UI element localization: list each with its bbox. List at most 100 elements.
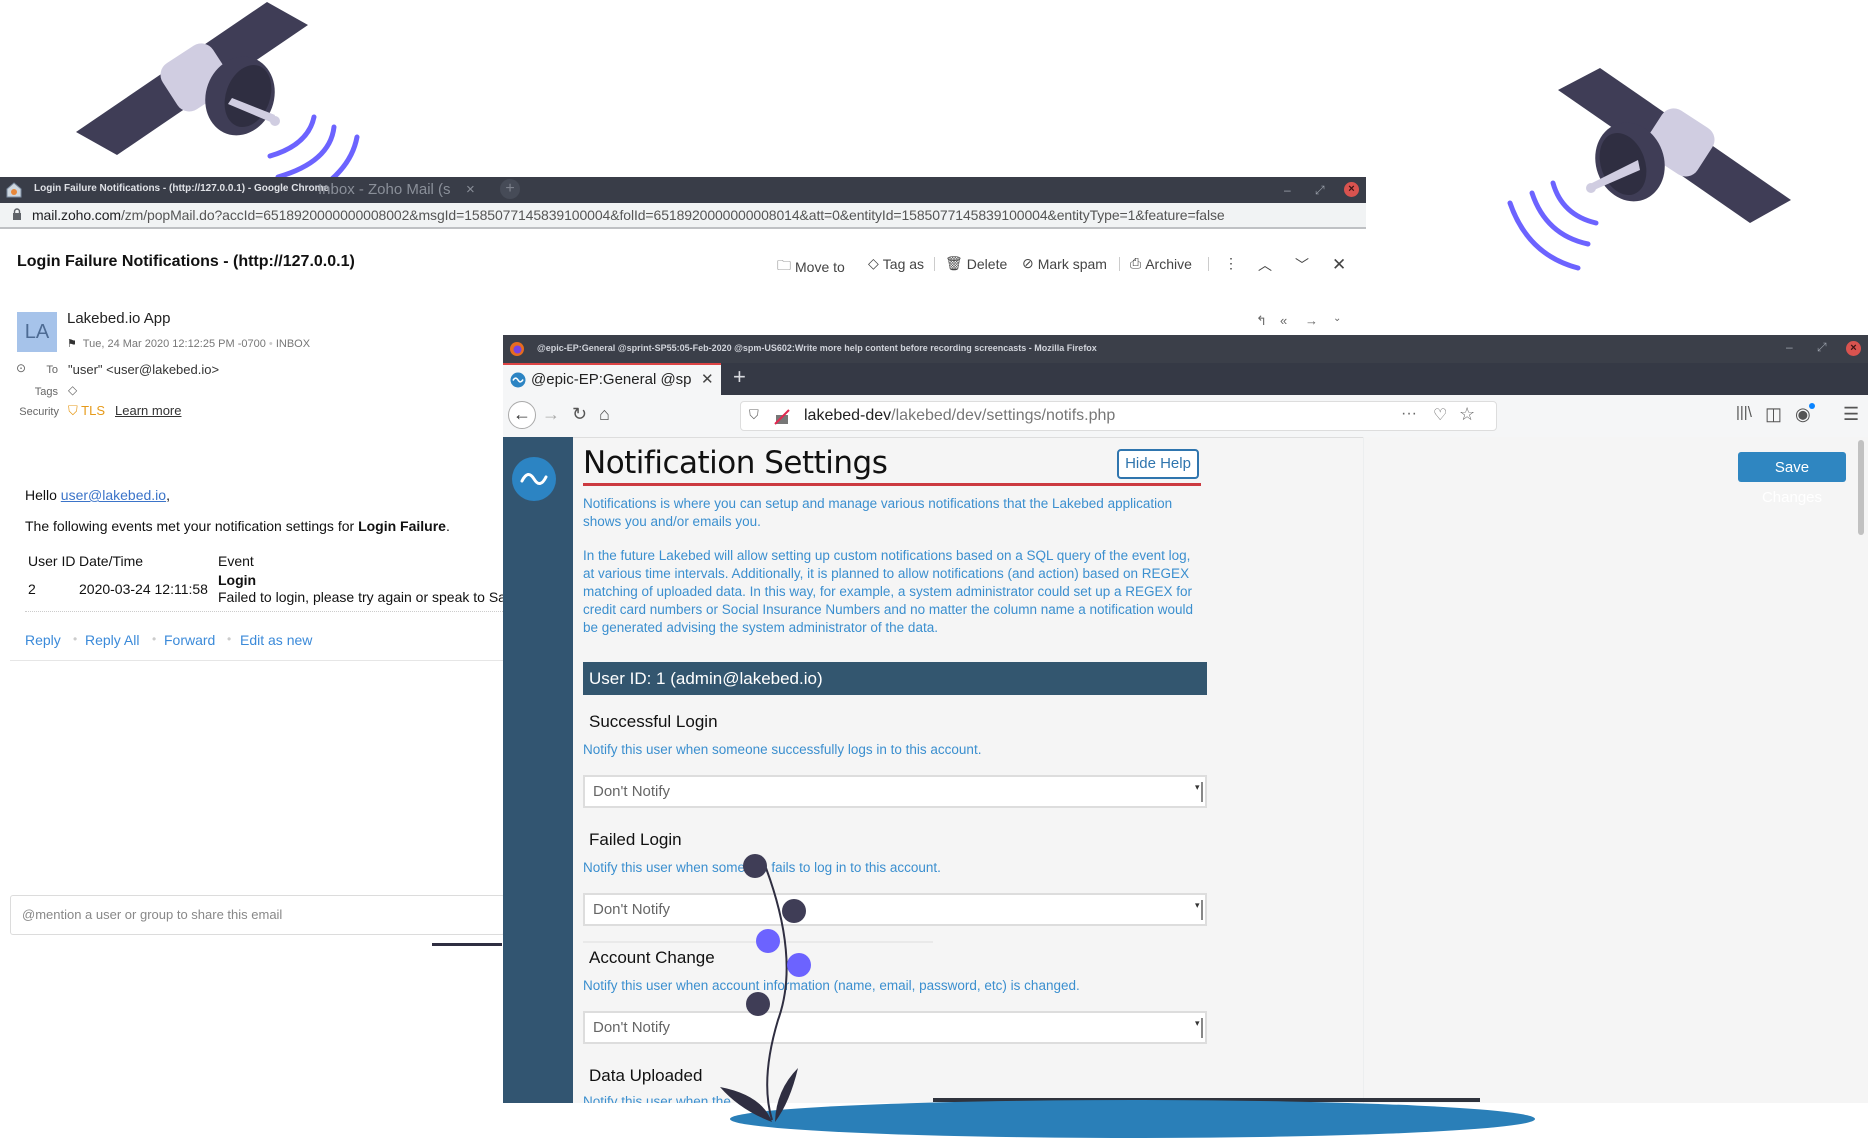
separator-dot: •	[152, 632, 157, 646]
antenna-tip	[270, 116, 280, 126]
tracking-shield-icon[interactable]: ⛉	[749, 407, 759, 423]
url-host: lakebed-dev	[804, 407, 892, 424]
trash-icon: 🗑	[945, 255, 963, 271]
section-desc-account-change: Notify this user when account informatio…	[583, 978, 1080, 993]
successful-login-select[interactable]: Don't Notify ▾	[583, 775, 1207, 808]
sender-name[interactable]: Lakebed.io App	[67, 310, 170, 327]
toolbar-divider	[1208, 257, 1209, 271]
back-button[interactable]: ←	[508, 401, 536, 429]
greeting-text: Hello	[25, 487, 57, 503]
plant-berry	[787, 953, 811, 977]
firefox-window-title: @epic-EP:General @sprint-SP55:05-Feb-202…	[537, 343, 1097, 353]
water-puddle-illustration	[730, 1100, 1535, 1138]
close-mail-icon[interactable]: ✕	[1332, 255, 1346, 275]
separator-dot: •	[73, 632, 78, 646]
account-change-select[interactable]: Don't Notify ▾	[583, 1011, 1207, 1044]
reply-all-icon[interactable]: «	[1280, 313, 1287, 328]
reply-all-link[interactable]: Reply All	[85, 632, 139, 648]
section-title-account-change: Account Change	[589, 948, 715, 967]
new-tab-button[interactable]: +	[733, 364, 746, 390]
tags-label: Tags	[34, 386, 58, 398]
home-icon[interactable]: ⌂	[599, 404, 610, 425]
close-window-icon[interactable]: ×	[1344, 182, 1359, 197]
satellite-illustration-left	[76, 2, 360, 200]
close-tab-icon[interactable]: ✕	[701, 370, 714, 388]
mail-date: Tue, 24 Mar 2020 12:12:25 PM -0700	[82, 338, 266, 350]
decorative-line	[432, 943, 502, 946]
reply-options-chevron-icon[interactable]: ⌄	[1333, 313, 1341, 324]
insecure-connection-icon[interactable]	[774, 409, 790, 425]
minimize-icon[interactable]: –	[1284, 183, 1291, 197]
to-value: "user" <user@lakebed.io>	[68, 362, 220, 377]
toolbar-divider	[1119, 257, 1120, 271]
minimize-icon[interactable]: –	[1786, 340, 1793, 354]
next-mail-icon[interactable]: ﹀	[1295, 255, 1309, 275]
flag-icon[interactable]: ⚑	[67, 338, 77, 350]
user-email-link[interactable]: user@lakebed.io	[61, 487, 166, 503]
dropdown-arrow-icon: ▾	[1195, 1018, 1203, 1038]
page-actions-icon[interactable]: ···	[1401, 405, 1417, 423]
delete-button[interactable]: 🗑 Delete	[945, 255, 1007, 272]
mark-spam-label: Mark spam	[1037, 255, 1107, 272]
reload-icon[interactable]: ↻	[572, 404, 587, 425]
sidebar-toggle-icon[interactable]: ◫	[1765, 404, 1782, 425]
previous-mail-icon[interactable]: ︿	[1258, 255, 1272, 275]
help-text-future: In the future Lakebed will allow setting…	[583, 548, 1194, 635]
scrollbar-thumb[interactable]	[1858, 440, 1864, 535]
tag-as-button[interactable]: ◇ Tag as	[868, 255, 924, 272]
forward-button[interactable]: →	[542, 404, 560, 425]
firefox-active-tab[interactable]: @epic-EP:General @sprint-SP55:05-Feb-202…	[503, 363, 721, 395]
forward-link[interactable]: Forward	[164, 632, 215, 648]
mail-section-divider	[10, 660, 505, 661]
move-to-button[interactable]: 🗀 Move to	[777, 255, 845, 279]
restore-icon[interactable]: ⤢	[1817, 340, 1827, 355]
pocket-icon[interactable]: ♡	[1433, 405, 1447, 425]
toolbar-divider	[934, 257, 935, 271]
firefox-url[interactable]: lakebed-dev/lakebed/dev/settings/notifs.…	[804, 407, 1115, 425]
more-options-icon[interactable]: ⋮	[1224, 255, 1238, 272]
close-tab-icon[interactable]: ×	[466, 181, 475, 198]
sender-avatar: LA	[17, 312, 57, 352]
user-header-bar: User ID: 1 (admin@lakebed.io)	[583, 662, 1207, 695]
plant-berry	[746, 992, 770, 1016]
tls-label: TLS	[81, 403, 105, 418]
chrome-background-tab[interactable]: Inbox - Zoho Mail (s	[318, 181, 451, 198]
learn-more-link[interactable]: Learn more	[115, 403, 181, 418]
select-value: Don't Notify	[593, 1019, 671, 1036]
security-label: Security	[19, 406, 59, 418]
hamburger-menu-icon[interactable]: ☰	[1843, 404, 1859, 425]
archive-button[interactable]: ⎙ Archive	[1130, 255, 1192, 272]
hide-help-button[interactable]: Hide Help	[1117, 449, 1199, 479]
firefox-titlebar: @epic-EP:General @sprint-SP55:05-Feb-202…	[503, 335, 1868, 363]
failed-login-select[interactable]: Don't Notify ▾	[583, 893, 1207, 926]
plant-berry	[782, 899, 806, 923]
page-title: Notification Settings	[583, 445, 888, 481]
dropdown-arrow-icon: ▾	[1195, 900, 1203, 920]
delete-label: Delete	[966, 255, 1008, 272]
lakebed-logo[interactable]	[512, 457, 556, 501]
reply-link[interactable]: Reply	[25, 632, 61, 648]
restore-icon[interactable]: ⤢	[1315, 183, 1325, 198]
reply-icon[interactable]: ↰	[1256, 313, 1267, 329]
firefox-url-bar[interactable]: ⛉ lakebed-dev/lakebed/dev/settings/notif…	[740, 401, 1497, 431]
dropdown-arrow-icon: ▾	[1195, 782, 1203, 802]
forward-icon[interactable]: →	[1305, 313, 1318, 328]
chrome-address-bar[interactable]: mail.zoho.com/zm/popMail.do?accId=651892…	[0, 203, 1366, 229]
edit-as-new-link[interactable]: Edit as new	[240, 632, 312, 648]
new-tab-button[interactable]: +	[500, 179, 520, 199]
section-desc-successful-login: Notify this user when someone successful…	[583, 742, 982, 757]
mark-spam-button[interactable]: ⊘ Mark spam	[1022, 255, 1107, 272]
app-sidebar	[503, 437, 573, 1103]
plant-leaf	[720, 1087, 772, 1122]
save-changes-button[interactable]: Save Changes	[1738, 452, 1846, 506]
move-to-label: Move to	[795, 259, 845, 275]
library-icon[interactable]: |||\	[1736, 404, 1752, 421]
spam-icon: ⊘	[1022, 255, 1034, 271]
close-window-icon[interactable]: ×	[1846, 341, 1861, 356]
section-title-successful-login: Successful Login	[589, 712, 718, 731]
chrome-url[interactable]: mail.zoho.com/zm/popMail.do?accId=651892…	[32, 207, 1225, 223]
mention-input[interactable]: @mention a user or group to share this e…	[10, 895, 505, 935]
chrome-titlebar: Login Failure Notifications - (http://12…	[0, 177, 1366, 203]
tag-icon[interactable]: ◇	[68, 383, 77, 397]
bookmark-star-icon[interactable]: ☆	[1459, 404, 1475, 425]
